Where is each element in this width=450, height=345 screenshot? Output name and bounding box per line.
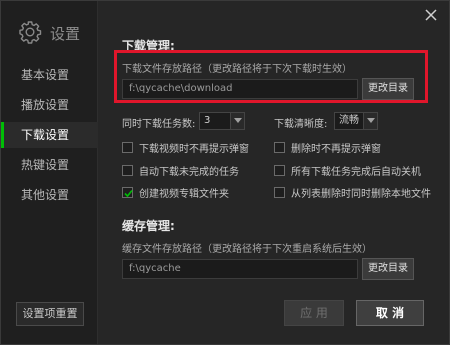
quality-label: 下载清晰度:	[274, 119, 328, 130]
check-icon	[124, 189, 133, 198]
tasks-select[interactable]: 3	[199, 112, 245, 130]
tasks-value: 3	[204, 115, 211, 126]
quality-value: 流畅	[339, 115, 359, 126]
checkbox[interactable]	[274, 187, 285, 198]
sidebar-item-other[interactable]: 其他设置	[1, 182, 98, 208]
sidebar-title: 设置	[50, 25, 81, 43]
tasks-label: 同时下载任务数:	[122, 119, 196, 130]
download-change-dir-button[interactable]: 更改目录	[362, 78, 414, 100]
cache-path-field[interactable]: f:\qycache	[122, 259, 358, 279]
checkbox[interactable]	[122, 165, 133, 176]
option-auto-shutdown[interactable]: 所有下载任务完成后自动关机	[274, 163, 421, 178]
cache-change-dir-button[interactable]: 更改目录	[362, 258, 414, 280]
sidebar-item-hotkey[interactable]: 热键设置	[1, 152, 98, 178]
gear-icon	[18, 20, 42, 47]
reset-settings-button[interactable]: 设置项重置	[16, 302, 84, 326]
option-no-popup-download[interactable]: 下载视频时不再提示弹窗	[122, 140, 249, 155]
cache-path-hint: 缓存文件存放路径（更改路径将于下次重启系统后生效）	[122, 244, 372, 255]
cancel-button[interactable]: 取 消	[356, 300, 424, 326]
sidebar: 设置 基本设置 播放设置 下载设置 热键设置 其他设置 设置项重置	[1, 1, 98, 344]
apply-button[interactable]: 应 用	[284, 300, 344, 326]
option-delete-local-files[interactable]: 从列表删除时同时删除本地文件	[274, 185, 431, 200]
sidebar-item-basic[interactable]: 基本设置	[1, 62, 98, 88]
checkbox[interactable]	[274, 165, 285, 176]
checkbox-checked[interactable]	[122, 187, 133, 198]
option-auto-resume[interactable]: 自动下载未完成的任务	[122, 163, 239, 178]
sidebar-item-download[interactable]: 下载设置	[1, 122, 98, 148]
download-path-field[interactable]: f:\qycache\download	[122, 79, 358, 99]
checkbox[interactable]	[122, 142, 133, 153]
close-icon[interactable]	[423, 7, 439, 23]
settings-window: 设置 基本设置 播放设置 下载设置 热键设置 其他设置 设置项重置 下载管理: …	[0, 0, 450, 345]
sidebar-item-playback[interactable]: 播放设置	[1, 92, 98, 118]
cache-section-title: 缓存管理:	[122, 219, 175, 233]
sidebar-brand: 设置	[18, 20, 80, 47]
chevron-down-icon	[363, 113, 377, 129]
chevron-down-icon	[230, 113, 244, 129]
download-section-title: 下载管理:	[122, 39, 175, 53]
option-no-popup-delete[interactable]: 删除时不再提示弹窗	[274, 140, 381, 155]
checkbox[interactable]	[274, 142, 285, 153]
option-create-album-folder[interactable]: 创建视频专辑文件夹	[122, 185, 229, 200]
download-path-hint: 下载文件存放路径（更改路径将于下次下载时生效）	[122, 64, 352, 75]
quality-select[interactable]: 流畅	[334, 112, 378, 130]
